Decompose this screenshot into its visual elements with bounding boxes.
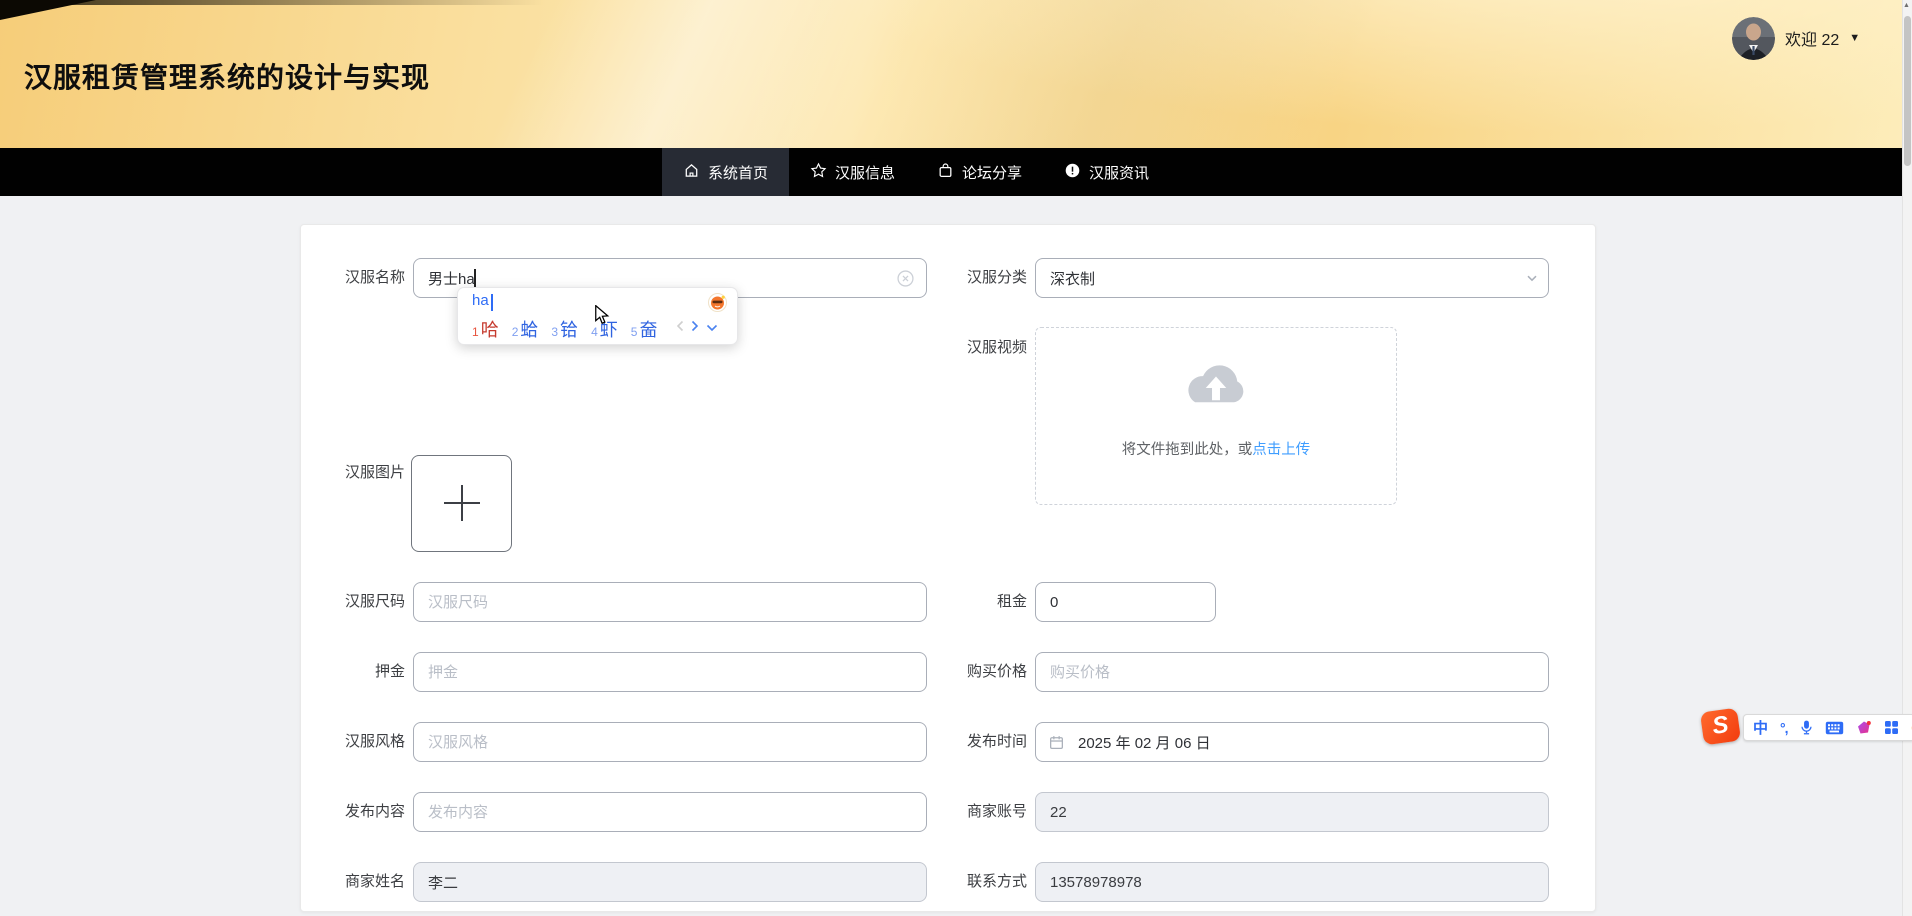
merchant-name-label: 商家姓名 — [310, 862, 405, 902]
nav-item-hanfu-info[interactable]: 汉服信息 — [789, 148, 916, 196]
skin-palette-icon[interactable] — [1856, 720, 1872, 736]
merchant-name-input[interactable] — [413, 862, 927, 902]
upload-link[interactable]: 点击上传 — [1252, 442, 1310, 458]
scrollbar-thumb[interactable] — [1904, 16, 1911, 166]
video-upload-dropzone[interactable] — [1035, 327, 1397, 505]
plus-icon — [461, 485, 463, 521]
ime-caret — [491, 294, 493, 311]
nav-item-forum-share[interactable]: 论坛分享 — [916, 148, 1043, 196]
upload-drag-text: 将文件拖到此处，或 — [1122, 442, 1253, 458]
ime-next-page-icon[interactable] — [691, 319, 699, 337]
merchant-account-label: 商家账号 — [935, 792, 1027, 832]
main-nav: 系统首页 汉服信息 论坛分享 汉服资讯 — [0, 148, 1912, 196]
ime-emoji-icon[interactable] — [708, 293, 727, 312]
ime-candidate-3[interactable]: 3铪 — [551, 316, 578, 342]
ime-candidate-5[interactable]: 5奤 — [631, 316, 658, 342]
scrollbar[interactable]: ▲ — [1902, 0, 1912, 916]
ime-punctuation-icon[interactable]: °, — [1780, 720, 1788, 736]
nav-item-label: 系统首页 — [708, 162, 768, 183]
sogou-logo[interactable]: S — [1700, 708, 1741, 746]
ime-candidate-2[interactable]: 2蛤 — [512, 316, 539, 342]
publish-content-input[interactable] — [413, 792, 927, 832]
price-input[interactable] — [1035, 652, 1549, 692]
chevron-down-icon: ▼ — [1849, 32, 1860, 44]
nav-item-home[interactable]: 系统首页 — [662, 148, 789, 196]
price-label: 购买价格 — [935, 652, 1027, 692]
toolbox-grid-icon[interactable] — [1884, 720, 1899, 735]
hanfu-name-label: 汉服名称 — [310, 258, 405, 298]
hanfu-image-label: 汉服图片 — [310, 463, 405, 483]
merchant-account-input[interactable] — [1035, 792, 1549, 832]
ime-toolbar-pill: 中 °, — [1743, 714, 1912, 741]
corner-decoration — [0, 0, 96, 20]
microphone-icon[interactable] — [1800, 719, 1813, 736]
text-caret — [474, 269, 476, 287]
hanfu-style-input[interactable] — [413, 722, 927, 762]
hanfu-category-label: 汉服分类 — [935, 258, 1027, 298]
avatar[interactable] — [1732, 17, 1775, 60]
app-header: 汉服租赁管理系统的设计与实现 欢迎 22 ▼ — [0, 0, 1912, 148]
user-menu[interactable]: 欢迎 22 ▼ — [1732, 14, 1860, 62]
clear-input-icon[interactable] — [897, 270, 914, 287]
ime-paging — [676, 319, 718, 337]
deposit-label: 押金 — [310, 652, 405, 692]
page-title: 汉服租赁管理系统的设计与实现 — [24, 56, 430, 96]
rent-label: 租金 — [935, 582, 1027, 622]
rent-input[interactable] — [1035, 582, 1216, 622]
hanfu-video-label: 汉服视频 — [935, 338, 1027, 358]
upload-hint: 将文件拖到此处，或点击上传 — [1035, 438, 1397, 459]
ime-expand-icon[interactable] — [706, 319, 718, 337]
publish-time-label: 发布时间 — [935, 722, 1027, 762]
nav-item-label: 论坛分享 — [962, 162, 1022, 183]
nav-items: 系统首页 汉服信息 论坛分享 汉服资讯 — [662, 148, 1170, 196]
nav-item-label: 汉服信息 — [835, 162, 895, 183]
screen: 汉服租赁管理系统的设计与实现 欢迎 22 ▼ — [0, 0, 1912, 916]
star-icon — [810, 162, 827, 183]
select-chevron-down-icon[interactable] — [1524, 270, 1540, 286]
keyboard-icon[interactable] — [1825, 721, 1844, 735]
ime-candidate-1[interactable]: 1哈 — [472, 316, 499, 342]
hanfu-style-label: 汉服风格 — [310, 722, 405, 762]
publish-content-label: 发布内容 — [310, 792, 405, 832]
contact-input[interactable] — [1035, 862, 1549, 902]
info-icon — [1064, 162, 1081, 183]
hanfu-category-select[interactable] — [1035, 258, 1549, 298]
upload-cloud-icon — [1178, 360, 1254, 414]
nav-item-label: 汉服资讯 — [1089, 162, 1149, 183]
home-icon — [683, 162, 700, 183]
nav-item-hanfu-news[interactable]: 汉服资讯 — [1043, 148, 1170, 196]
ime-composition: ha — [472, 292, 489, 309]
hanfu-size-label: 汉服尺码 — [310, 582, 405, 622]
publish-time-input[interactable] — [1035, 722, 1549, 762]
calendar-icon — [1048, 734, 1065, 751]
scroll-up-icon[interactable]: ▲ — [1902, 2, 1911, 9]
ime-mode-chinese[interactable]: 中 — [1753, 717, 1768, 738]
bag-icon — [937, 162, 954, 183]
deposit-input[interactable] — [413, 652, 927, 692]
ime-prev-page-icon[interactable] — [676, 319, 684, 337]
contact-label: 联系方式 — [935, 862, 1027, 902]
mouse-cursor — [594, 305, 610, 330]
welcome-text: 欢迎 22 — [1785, 26, 1839, 50]
hanfu-size-input[interactable] — [413, 582, 927, 622]
